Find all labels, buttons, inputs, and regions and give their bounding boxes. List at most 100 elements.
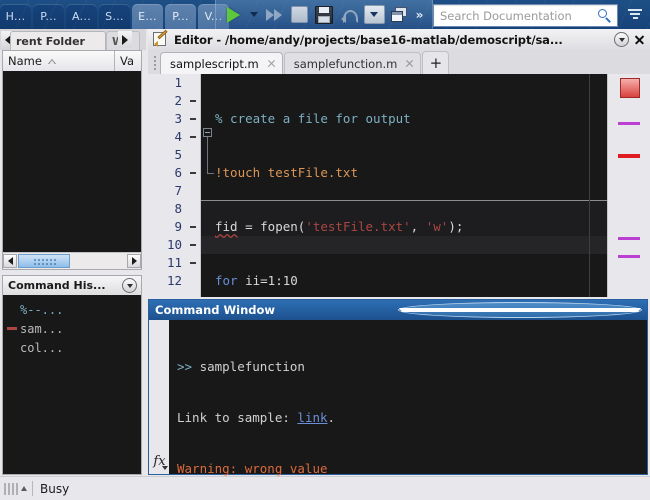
line-number: 6	[174, 165, 182, 180]
breakpoint-slot[interactable]	[186, 218, 200, 236]
editor-marker-rail[interactable]	[607, 74, 650, 297]
stop-icon[interactable]	[288, 4, 310, 26]
breakpoint-slot[interactable]	[186, 146, 200, 164]
history-item-label: %--...	[20, 302, 64, 317]
search-icon[interactable]	[598, 8, 612, 23]
editor-options-icon[interactable]	[614, 32, 629, 47]
breakpoint-slot[interactable]	[186, 74, 200, 92]
code-line[interactable]: % create a file for output	[201, 110, 608, 128]
panel-options-icon[interactable]	[122, 278, 137, 293]
tab-close-icon[interactable]	[266, 58, 277, 69]
code-token-fn: fopen(	[260, 219, 306, 234]
breakpoint-slot[interactable]	[186, 182, 200, 200]
overflow-chevron-label: »	[415, 7, 424, 22]
output-line: Link to sample: link.	[177, 409, 647, 426]
code-token-string: 'testFile.txt'	[305, 219, 411, 234]
editor-breakpoint-column[interactable]	[186, 74, 201, 297]
run-icon[interactable]	[222, 4, 244, 26]
tab-close-icon[interactable]	[404, 58, 415, 69]
output-text: .	[327, 410, 336, 425]
status-busy-indicator-icon	[4, 481, 30, 497]
tab-current-folder[interactable]: rent Folder	[10, 31, 106, 50]
history-mark	[7, 327, 20, 330]
code-line[interactable]: fid = fopen('testFile.txt', 'w');	[201, 218, 608, 236]
tab-samplefunction[interactable]: samplefunction.m	[283, 52, 422, 74]
code-line[interactable]: !touch testFile.txt	[201, 164, 608, 182]
column-header-value[interactable]: Va	[115, 51, 141, 71]
overflow-chevron-icon[interactable]: »	[413, 4, 426, 26]
code-token-expr: ii=1:10	[237, 273, 298, 288]
hscroll-right-icon[interactable]	[127, 254, 141, 268]
file-table-hscrollbar[interactable]	[3, 252, 141, 269]
command-history-list[interactable]: %--... sam... col...	[3, 295, 141, 474]
status-bar: Busy	[0, 476, 650, 500]
search-documentation-input[interactable]: Search Documentation	[433, 4, 618, 27]
list-item[interactable]: col...	[3, 338, 141, 357]
run-and-advance-icon[interactable]	[263, 4, 285, 26]
breakpoint-slot[interactable]	[186, 254, 200, 272]
editor-close-icon[interactable]	[632, 32, 647, 47]
breakpoint-slot[interactable]	[186, 236, 200, 254]
editor-icon	[153, 29, 169, 47]
rail-marker-red[interactable]	[618, 154, 640, 158]
editor-tabbar-grip[interactable]	[150, 52, 160, 74]
toolstrip-tab-apps[interactable]: A...	[66, 4, 97, 29]
breakpoint-slot[interactable]	[186, 200, 200, 218]
status-text: Busy	[40, 481, 70, 496]
toolstrip-tab-plots[interactable]: P...	[33, 4, 64, 29]
output-line: >> samplefunction	[177, 358, 647, 375]
line-number: 4	[174, 129, 182, 144]
command-window-options-icon[interactable]	[397, 302, 642, 318]
status-divider	[32, 481, 33, 496]
new-tab-button[interactable]: +	[422, 51, 450, 74]
layout-icon[interactable]	[388, 4, 410, 26]
function-browser-icon[interactable]: fx	[151, 451, 168, 471]
list-item[interactable]: %--...	[3, 300, 141, 319]
editor-text-surface[interactable]: % create a file for output !touch testFi…	[201, 74, 608, 297]
save-icon[interactable]	[313, 4, 335, 26]
breakpoint-slot[interactable]	[186, 110, 200, 128]
tab-samplescript[interactable]: samplescript.m	[160, 52, 283, 74]
undo-icon[interactable]	[338, 4, 360, 26]
column-header-label: Va	[120, 54, 135, 68]
toolstrip-menu-icon[interactable]	[626, 6, 644, 22]
breakpoint-slot[interactable]	[186, 272, 200, 290]
output-hyperlink[interactable]: link	[297, 410, 327, 425]
rail-marker-magenta[interactable]	[618, 237, 640, 240]
toolstrip-tab-editor[interactable]: E...	[132, 4, 163, 29]
matlab-ide-window: H... P... A... S... E... P... V... » Sea…	[0, 0, 650, 500]
toolstrip-tab-home[interactable]: H...	[0, 4, 31, 29]
code-analyzer-status-icon[interactable]	[620, 78, 640, 98]
command-history-panel: Command His... %--... sam... col...	[2, 275, 142, 475]
file-table-body[interactable]	[3, 71, 141, 253]
command-window-output[interactable]: >> samplefunction Link to sample: link. …	[169, 320, 647, 476]
column-header-name[interactable]: Name	[3, 51, 115, 71]
left-docking-column: rent Folder Wo Name Va	[0, 29, 146, 477]
code-text[interactable]: % create a file for output !touch testFi…	[201, 74, 608, 297]
toolstrip-tab-publish[interactable]: P...	[165, 4, 196, 29]
toolstrip-tab-shortcuts[interactable]: S...	[99, 4, 130, 29]
code-line[interactable]: for ii=1:10	[201, 272, 608, 290]
editor-line-numbers: 1 2 3 4 5 6 7 8 9 10 11 12	[148, 74, 186, 297]
hscroll-thumb[interactable]	[18, 254, 70, 268]
command-history-title: Command His...	[8, 279, 106, 292]
breakpoint-slot[interactable]	[186, 128, 200, 146]
rail-marker-magenta[interactable]	[618, 255, 640, 258]
toolstrip-tab-label: P...	[172, 10, 189, 23]
line-number: 12	[166, 273, 182, 288]
tabbar-scroll-right-icon[interactable]	[118, 31, 132, 48]
editor-panel: Editor - /home/andy/projects/base16-matl…	[148, 29, 650, 297]
code-token-op: );	[448, 219, 464, 234]
undo-dropdown-icon[interactable]	[363, 4, 385, 26]
sort-ascending-icon	[47, 58, 56, 64]
breakpoint-slot[interactable]	[186, 164, 200, 182]
prompt-symbol: >>	[177, 359, 200, 374]
run-dropdown-icon[interactable]	[247, 4, 260, 26]
code-token-string: 'w'	[425, 219, 449, 234]
toolstrip-quick-access-bar: »	[215, 0, 433, 29]
hscroll-left-icon[interactable]	[3, 254, 17, 268]
rail-marker-magenta[interactable]	[618, 122, 640, 125]
code-token-system: !touch testFile.txt	[215, 165, 358, 180]
breakpoint-slot[interactable]	[186, 92, 200, 110]
list-item[interactable]: sam...	[3, 319, 141, 338]
